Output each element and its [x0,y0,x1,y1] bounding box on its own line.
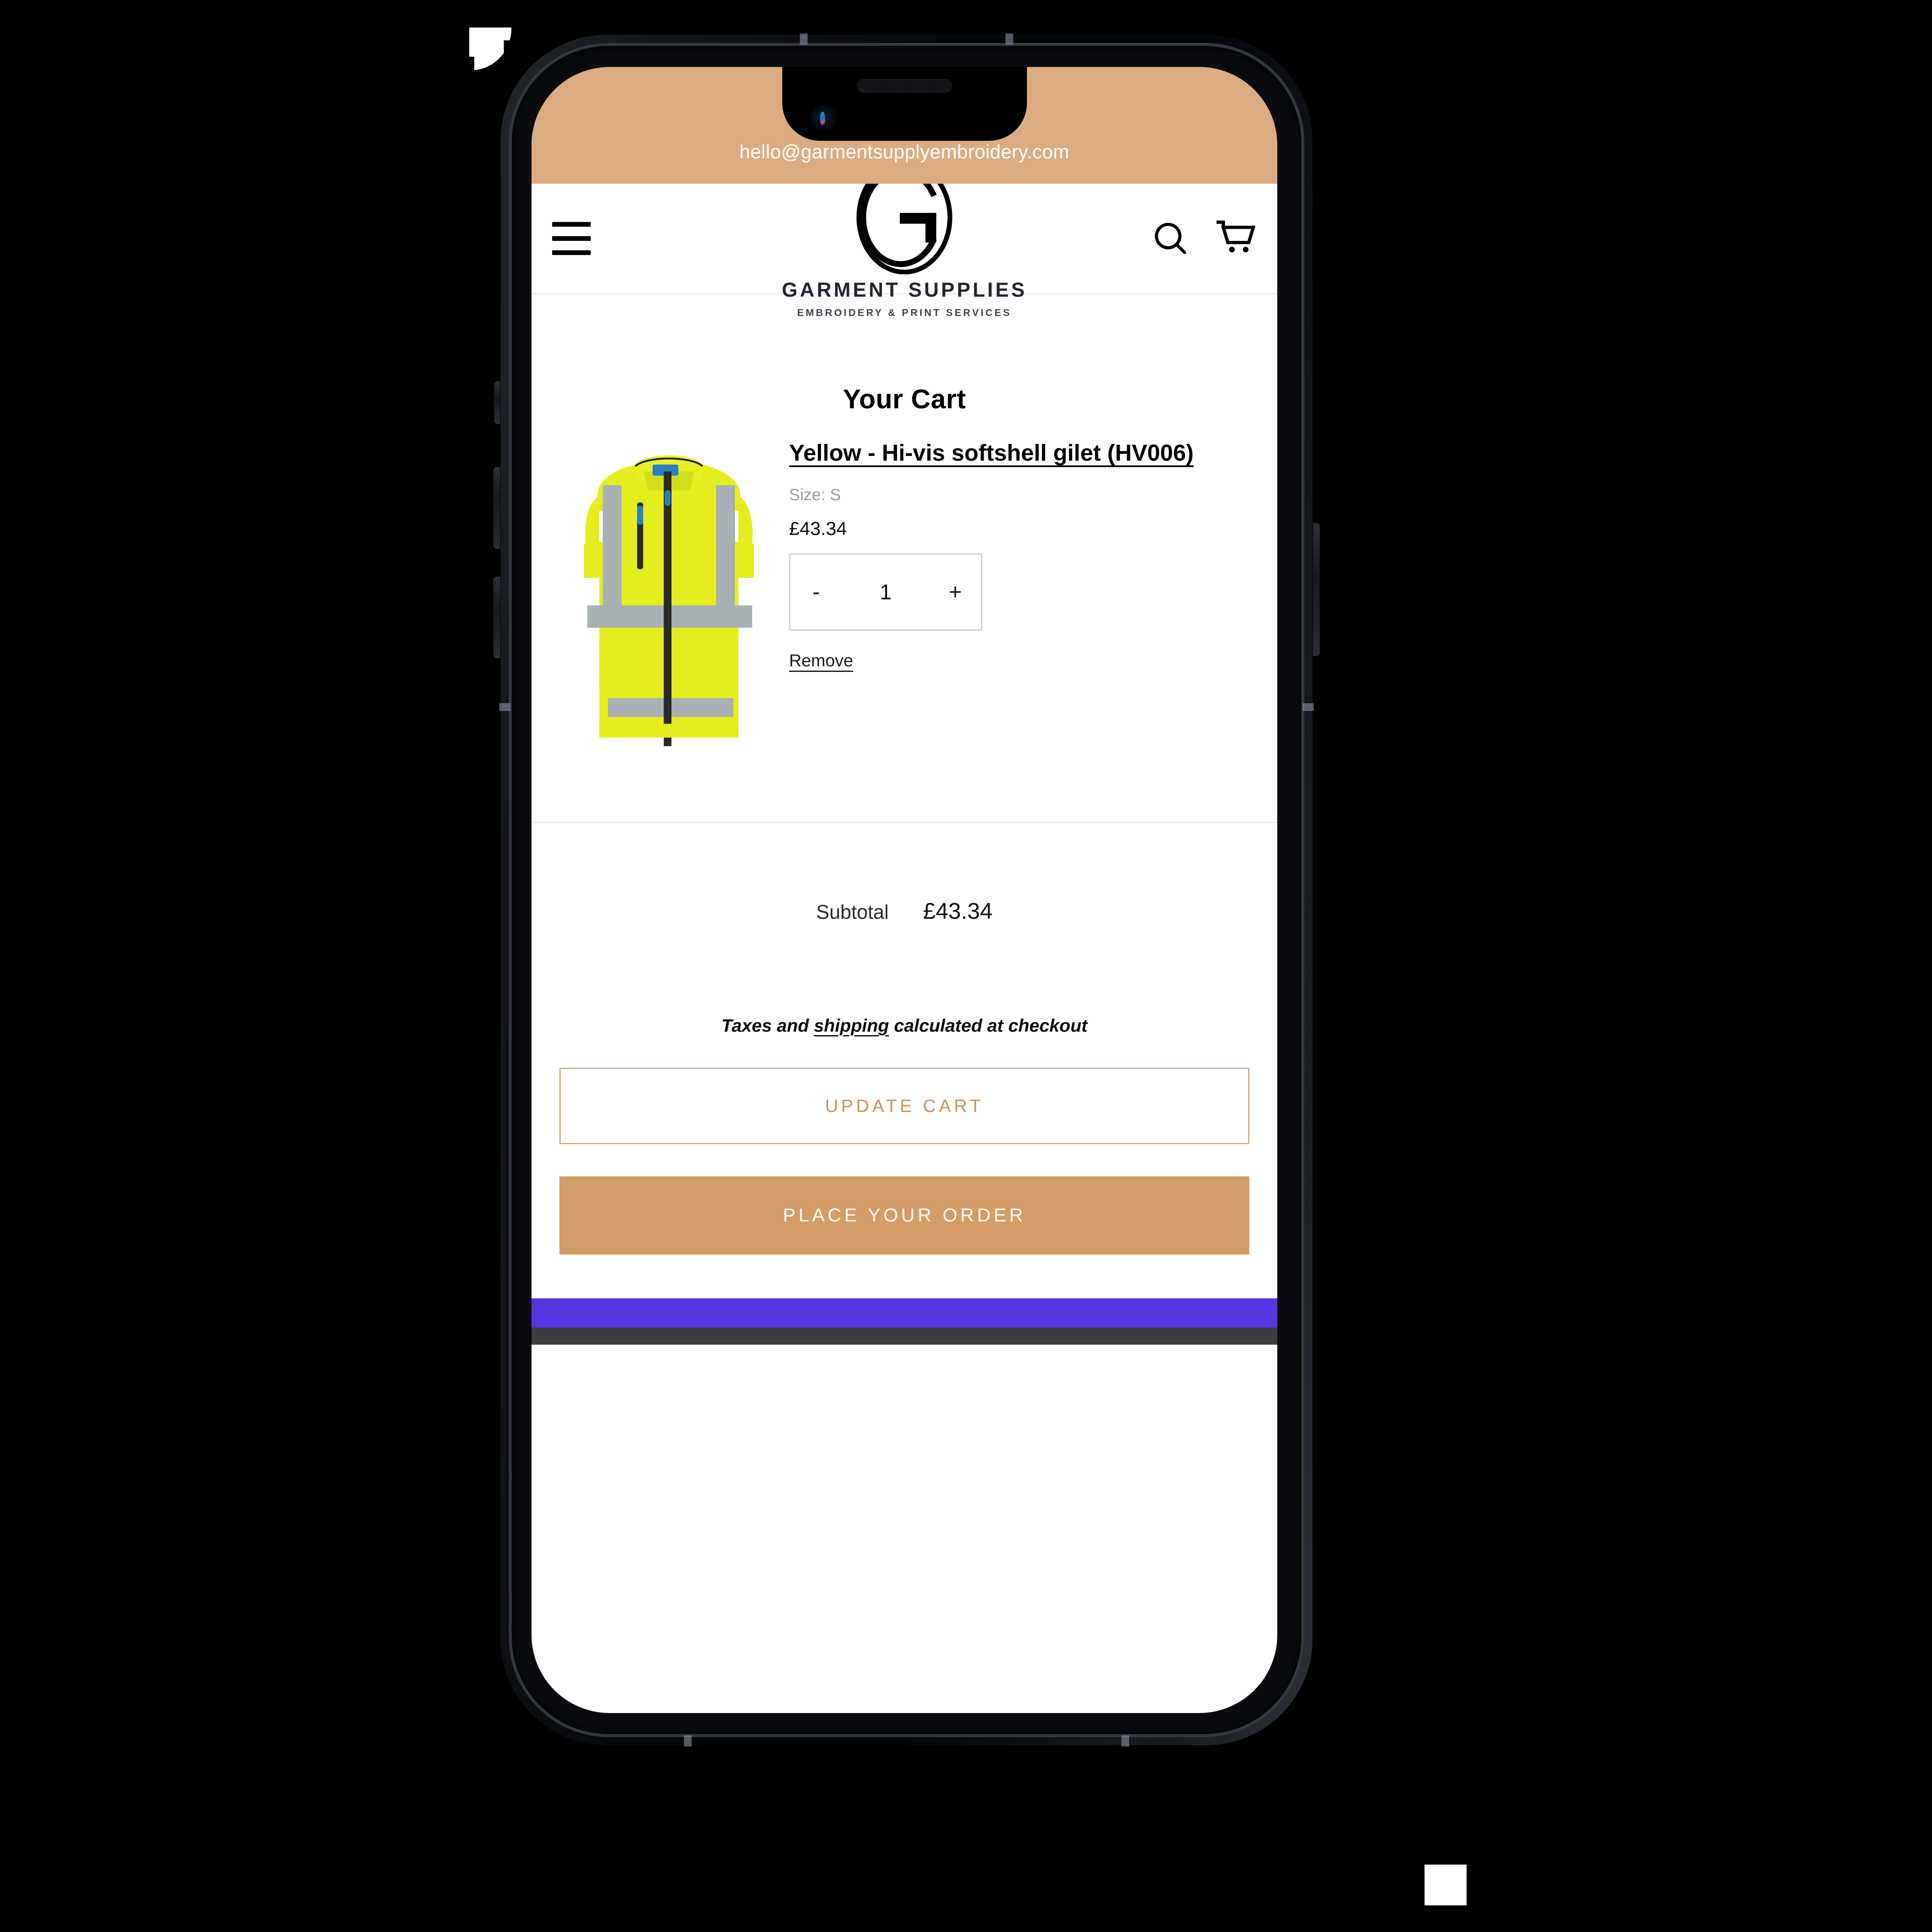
antenna-seam [1005,33,1013,45]
subtotal-label: Subtotal [816,901,889,923]
earpiece-speaker-icon [857,79,952,93]
header-actions [1151,218,1257,259]
logo-wordmark: GARMENT SUPPLIES [781,278,1027,301]
shopping-cart-icon[interactable] [1215,218,1257,259]
product-details: Yellow - Hi-vis softshell gilet (HV006) … [781,436,1252,780]
tax-note-prefix: Taxes and [721,1015,814,1036]
quantity-decrement-button[interactable]: - [790,581,842,603]
subtotal-value: £43.34 [923,899,993,924]
antenna-seam [800,33,808,45]
corner-marker-top-left [469,27,511,70]
silent-switch[interactable] [494,381,500,424]
product-variant: Size: S [789,486,841,504]
quantity-increment-button[interactable]: + [930,581,981,603]
front-camera-icon [810,106,837,132]
corner-marker-bottom-right [1425,1865,1467,1905]
contact-email-text[interactable]: hello@garmentsupplyembroidery.com [739,141,1069,163]
place-your-order-button[interactable]: PLACE YOUR ORDER [559,1176,1249,1255]
antenna-seam [1121,1735,1129,1747]
hamburger-menu-icon[interactable] [552,215,599,262]
screenshot-stage: hello@garmentsupplyembroidery.com GARMEN… [0,0,1932,1932]
home-indicator[interactable] [784,1696,1025,1702]
menu-bar-1 [552,222,591,227]
quantity-input[interactable]: 1 [842,580,930,605]
antenna-seam [499,703,510,711]
tax-note-suffix: calculated at checkout [889,1015,1088,1036]
phone-screen: hello@garmentsupplyembroidery.com GARMEN… [532,67,1277,1713]
antenna-seam [1303,703,1314,711]
power-button[interactable] [1313,523,1320,656]
product-thumbnail[interactable] [557,436,781,780]
menu-bar-3 [552,250,591,255]
cart-line-item: Yellow - Hi-vis softshell gilet (HV006) … [532,415,1277,780]
remove-item-link[interactable]: Remove [789,651,853,671]
shipping-policy-link[interactable]: shipping [814,1015,889,1036]
quantity-stepper: - 1 + [789,553,982,631]
cart-page: Your Cart Yellow - Hi-vis softshell gile… [532,295,1277,1345]
volume-down-button[interactable] [493,577,500,658]
site-header: GARMENT SUPPLIES EMBROIDERY & PRINT SERV… [532,161,1277,318]
product-title-link[interactable]: Yellow - Hi-vis softshell gilet (HV006) [789,440,1194,466]
antenna-seam [684,1735,692,1747]
tax-shipping-note: Taxes and shipping calculated at checkou… [532,1015,1277,1036]
phone-device-frame: hello@garmentsupplyembroidery.com GARMEN… [493,33,1320,1747]
product-price: £43.34 [789,518,847,539]
hi-vis-gilet-image [584,456,754,746]
site-logo[interactable]: GARMENT SUPPLIES EMBROIDERY & PRINT SERV… [772,161,1038,319]
menu-bar-2 [552,236,591,241]
search-icon[interactable] [1151,219,1191,258]
browser-bottom-bar[interactable] [532,1298,1277,1327]
update-cart-button[interactable]: UPDATE CART [559,1068,1249,1144]
browser-bottom-shade [532,1327,1277,1345]
logo-tagline: EMBROIDERY & PRINT SERVICES [797,307,1012,318]
volume-up-button[interactable] [493,467,500,549]
subtotal-row: Subtotal £43.34 [532,823,1277,924]
device-notch [782,67,1027,141]
